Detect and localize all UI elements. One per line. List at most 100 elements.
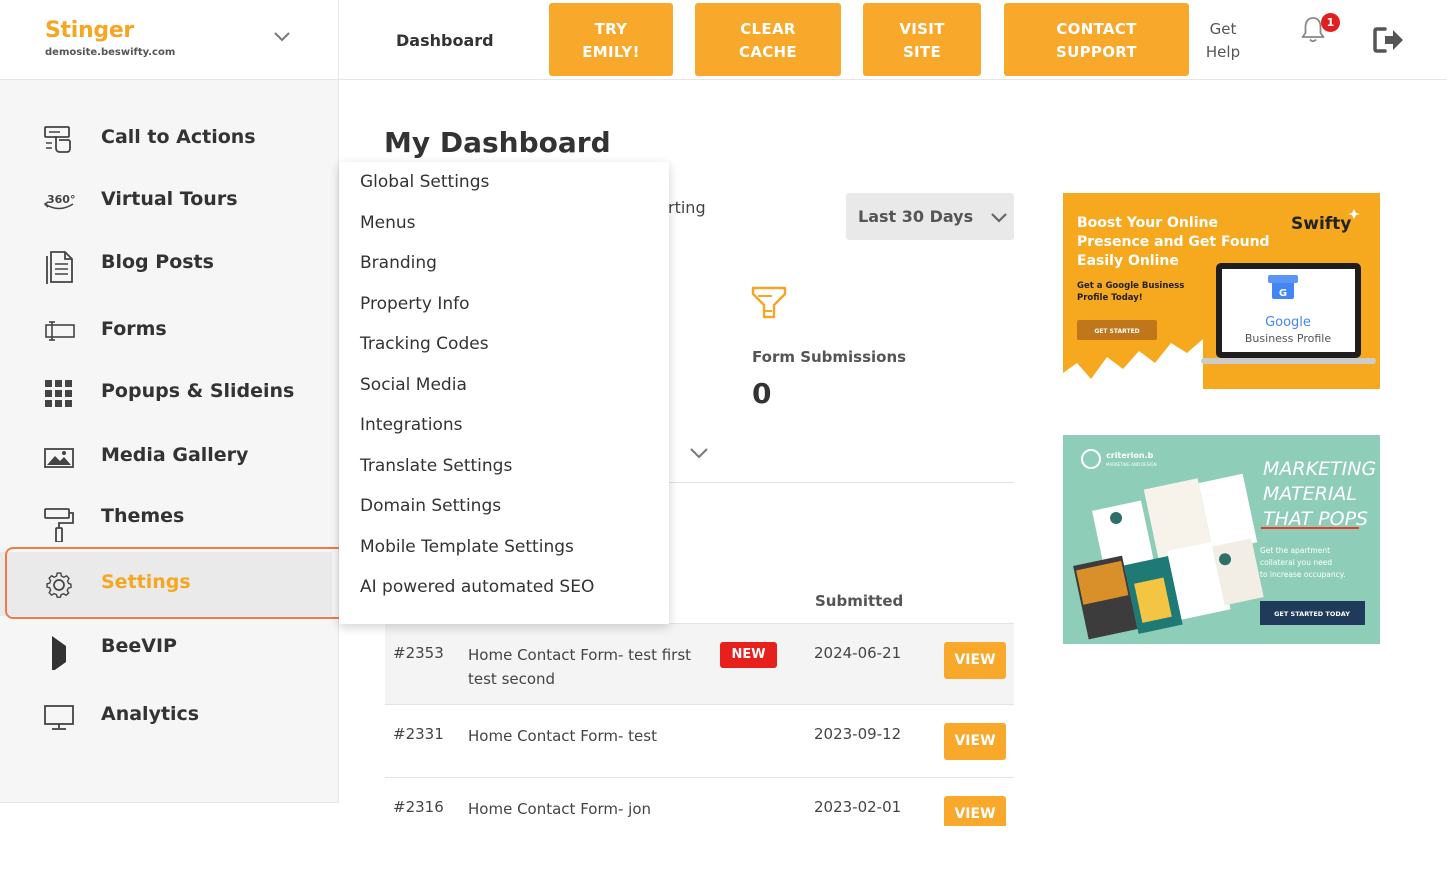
submission-date: 2023-02-01 <box>814 798 902 816</box>
nav-dashboard-link[interactable]: Dashboard <box>396 31 494 50</box>
svg-text:360°: 360° <box>47 193 75 206</box>
ad-headline: THAT POPS <box>1263 508 1368 530</box>
ad-subtext: MARKETING AND DESIGN <box>1106 462 1157 467</box>
ad-headline: Easily Online <box>1077 253 1179 269</box>
sidebar-item-label: Blog Posts <box>101 251 214 273</box>
sidebar-item-settings[interactable]: Settings <box>0 552 332 616</box>
sidebar-item-label: BeeVIP <box>101 635 177 657</box>
ad-headline: MARKETING <box>1263 458 1376 480</box>
google-logo: Google <box>1265 315 1311 330</box>
ad-subtext: Profile Today! <box>1077 293 1143 303</box>
sidebar-item-label: Virtual Tours <box>101 188 238 210</box>
contact-support-button[interactable]: CONTACT SUPPORT <box>1004 3 1189 76</box>
ad-subtext: Get a Google Business <box>1077 281 1184 291</box>
top-header: Stinger demosite.beswifty.com Dashboard … <box>0 0 1447 80</box>
sidebar-item-label: Call to Actions <box>101 126 256 148</box>
submission-name: Home Contact Form- jon simpson <box>468 800 652 826</box>
menu-item-menus[interactable]: Menus <box>360 213 416 233</box>
sidebar-footer <box>0 802 339 869</box>
sidebar-item-popups-slideins[interactable]: Popups & Slideins <box>0 363 339 423</box>
new-badge: NEW <box>720 642 777 668</box>
sidebar-item-label: Popups & Slideins <box>101 380 295 402</box>
sidebar-item-themes[interactable]: Themes <box>0 488 339 548</box>
sidebar-item-label: Analytics <box>101 703 200 725</box>
sidebar-item-virtual-tours[interactable]: 360° Virtual Tours <box>0 171 339 231</box>
bookmark-icon <box>52 636 66 670</box>
sidebar-item-media-gallery[interactable]: Media Gallery <box>0 427 339 487</box>
date-range-select[interactable]: Last 30 Days <box>846 193 1014 240</box>
menu-item-integrations[interactable]: Integrations <box>360 415 463 435</box>
section-divider <box>668 482 1014 483</box>
ad-headline: Presence and Get Found <box>1077 234 1270 250</box>
sidebar-item-blog-posts[interactable]: Blog Posts <box>0 234 339 294</box>
logout-icon[interactable] <box>1373 26 1405 54</box>
svg-text:G: G <box>1279 288 1287 299</box>
funnel-icon <box>751 286 787 319</box>
menu-item-mobile-template-settings[interactable]: Mobile Template Settings <box>360 537 574 557</box>
criterion-b-ad[interactable]: criterion.b MARKETING AND DESIGN MARKETI… <box>1063 435 1380 644</box>
pointer-click-icon <box>44 126 71 153</box>
menu-item-global-settings[interactable]: Global Settings <box>360 172 489 192</box>
reporting-label: rting <box>668 198 706 217</box>
text-field-icon <box>45 321 75 341</box>
document-icon <box>46 251 73 284</box>
submission-id: #2331 <box>393 725 444 743</box>
ad-headline: MATERIAL <box>1263 483 1357 505</box>
sidebar-item-call-to-actions[interactable]: Call to Actions <box>0 109 339 169</box>
360-icon: 360° <box>43 193 75 210</box>
page-title: My Dashboard <box>384 126 611 159</box>
ad-subtext: to increase occupancy. <box>1260 570 1346 579</box>
menu-item-ai-seo[interactable]: AI powered automated SEO <box>360 577 594 597</box>
table-row: #2353 Home Contact Form- test first test… <box>385 623 1014 705</box>
sidebar-item-label: Themes <box>101 505 185 527</box>
try-emily-button[interactable]: TRY EMILY! <box>549 3 673 76</box>
monitor-icon <box>44 705 74 730</box>
view-button[interactable]: VIEW <box>944 796 1006 826</box>
submission-date: 2024-06-21 <box>814 644 902 662</box>
ad-headline: Boost Your Online <box>1077 215 1218 231</box>
get-help-link[interactable]: Get Help <box>1201 18 1245 64</box>
sidebar-item-forms[interactable]: Forms <box>0 301 339 361</box>
gear-icon <box>46 572 72 598</box>
view-button[interactable]: VIEW <box>944 642 1006 679</box>
google-business-ad-graphic: Boost Your Online Presence and Get Found… <box>1063 193 1380 389</box>
image-icon <box>44 448 74 468</box>
sidebar-item-label: Media Gallery <box>101 444 249 466</box>
visit-site-button[interactable]: VISIT SITE <box>863 3 981 76</box>
menu-item-property-info[interactable]: Property Info <box>360 294 470 314</box>
sidebar-item-label: Settings <box>101 571 191 593</box>
ad-cta: GET STARTED TODAY <box>1274 610 1350 618</box>
ad-subtext: collateral you need <box>1260 558 1332 567</box>
site-domain: demosite.beswifty.com <box>45 47 176 58</box>
form-submissions-count: 0 <box>752 377 772 410</box>
menu-item-translate-settings[interactable]: Translate Settings <box>360 456 512 476</box>
site-name: Stinger <box>45 18 134 43</box>
chevron-down-icon[interactable] <box>272 26 292 46</box>
menu-item-tracking-codes[interactable]: Tracking Codes <box>360 334 489 354</box>
paint-roller-icon <box>44 508 74 542</box>
google-business-ad[interactable]: Boost Your Online Presence and Get Found… <box>1063 193 1380 389</box>
submission-id: #2316 <box>393 798 444 816</box>
settings-dropdown-menu: Global Settings Menus Branding Property … <box>339 162 669 624</box>
menu-item-social-media[interactable]: Social Media <box>360 375 467 395</box>
date-range-value: Last 30 Days <box>858 207 974 226</box>
criterion-b-ad-graphic: criterion.b MARKETING AND DESIGN MARKETI… <box>1063 435 1380 644</box>
criterion-b-logo: criterion.b <box>1106 451 1154 460</box>
view-button[interactable]: VIEW <box>944 723 1006 760</box>
form-submissions-label: Form Submissions <box>752 348 907 366</box>
chevron-down-icon <box>991 213 1007 223</box>
menu-item-domain-settings[interactable]: Domain Settings <box>360 496 501 516</box>
grid-icon <box>45 380 72 407</box>
clear-cache-button[interactable]: CLEAR CACHE <box>695 3 841 76</box>
menu-item-branding[interactable]: Branding <box>360 253 437 273</box>
sidebar-item-beevip[interactable]: BeeVIP <box>0 618 339 678</box>
notification-badge: 1 <box>1321 13 1340 32</box>
submission-date: 2023-09-12 <box>814 725 902 743</box>
ad-subtext: Get the apartment <box>1260 546 1330 555</box>
sidebar-item-analytics[interactable]: Analytics <box>0 686 339 746</box>
ad-subtext: Business Profile <box>1245 332 1331 345</box>
ad-cta: GET STARTED <box>1094 328 1139 335</box>
swifty-logo: Swifty <box>1291 214 1351 234</box>
chevron-down-icon[interactable] <box>688 443 710 463</box>
site-switcher[interactable]: Stinger demosite.beswifty.com <box>0 0 339 80</box>
